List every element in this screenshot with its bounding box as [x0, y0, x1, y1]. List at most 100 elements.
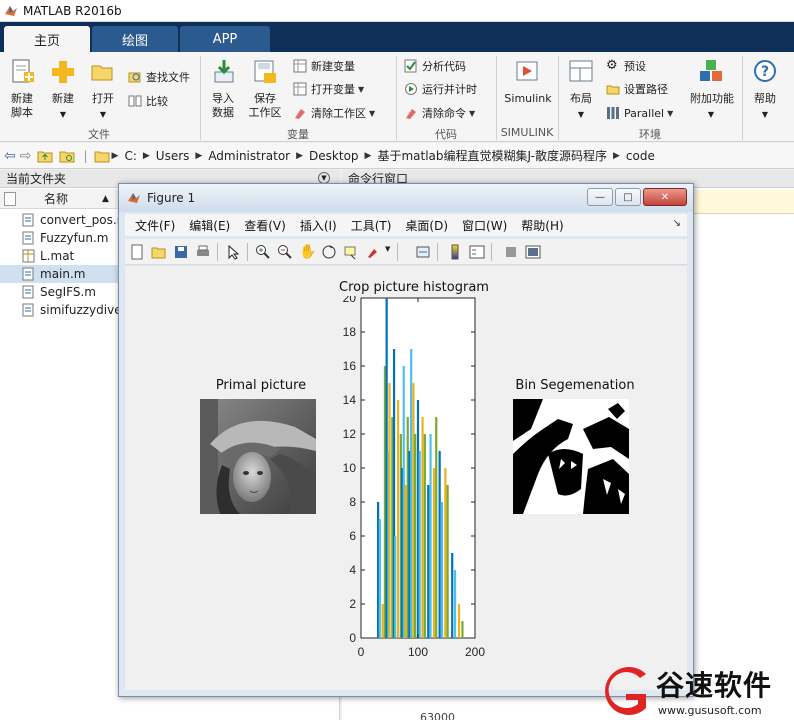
find-files-button[interactable]: 查找文件 — [128, 68, 190, 86]
addons-cubes-icon — [700, 60, 722, 81]
tab-apps[interactable]: APP — [180, 26, 270, 52]
brush-icon[interactable] — [365, 244, 381, 260]
figure-window: Figure 1 — □ ✕ 文件(F) 编辑(E) 查看(V) 插入(I) 工… — [118, 183, 694, 697]
preferences-button[interactable]: ⚙ 预设 — [606, 57, 646, 75]
clear-workspace-label: 清除工作区 — [311, 107, 366, 120]
open-dropdown-icon: ▼ — [99, 110, 107, 119]
run-and-time-button[interactable]: 运行并计时 — [404, 80, 477, 98]
address-segment-drive[interactable]: C: — [124, 149, 136, 163]
tab-plots[interactable]: 绘图 — [92, 26, 178, 52]
new-label: 新建 — [52, 92, 74, 105]
legend-icon[interactable] — [469, 244, 485, 260]
address-segment-project[interactable]: 基于matlab编程直觉模糊集J-散度源码程序 — [377, 147, 607, 164]
figure-menu-desktop[interactable]: 桌面(D) — [405, 217, 448, 234]
show-plot-tools-icon[interactable] — [525, 244, 541, 260]
zoom-out-icon[interactable] — [277, 244, 293, 260]
address-chevron-icon[interactable]: ▶ — [365, 151, 372, 161]
print-icon[interactable] — [195, 244, 211, 260]
file-column-checkbox-icon[interactable] — [4, 192, 16, 206]
figure-menu-view[interactable]: 查看(V) — [244, 217, 286, 234]
help-label: 帮助 — [754, 92, 776, 105]
address-segment-code[interactable]: code — [626, 149, 655, 163]
address-chevron-icon[interactable]: ▶ — [112, 151, 119, 161]
histogram-chart: 024681012141618200 100 200 — [343, 296, 486, 659]
y-tick-label: 2 — [349, 597, 356, 611]
set-path-button[interactable]: 设置路径 — [606, 80, 668, 98]
figure-menu-window[interactable]: 窗口(W) — [462, 217, 507, 234]
figure-canvas: Primal picture Crop picture histogram 0 2… — [125, 266, 687, 690]
open-file-icon[interactable] — [151, 244, 167, 260]
histogram-bar — [429, 434, 432, 638]
browse-folder-icon[interactable] — [59, 149, 75, 163]
address-segment-user[interactable]: Administrator — [208, 149, 290, 163]
import-data-icon — [214, 60, 234, 83]
save-icon[interactable] — [173, 244, 189, 260]
zoom-in-icon[interactable] — [255, 244, 271, 260]
figure-menu-edit[interactable]: 编辑(E) — [189, 217, 230, 234]
brush-dropdown-icon[interactable]: ▼ — [385, 245, 390, 253]
address-chevron-icon[interactable]: ▶ — [296, 151, 303, 161]
tab-home[interactable]: 主页 — [4, 26, 90, 52]
address-bar: ⇦ ⇨ | ▶ C: ▶ Users ▶ Administrator ▶ Des… — [0, 143, 794, 169]
menubar-dock-icon[interactable]: ↘ — [673, 218, 681, 229]
data-cursor-icon[interactable] — [343, 244, 359, 260]
watermark: 谷速软件 www.gususoft.com — [596, 662, 794, 720]
parallel-button[interactable]: Parallel ▼ — [606, 104, 673, 122]
current-folder-title: 当前文件夹 — [6, 172, 67, 186]
m-file-icon — [22, 285, 34, 299]
file-name: Fuzzyfun.m — [40, 231, 109, 245]
group-label-variable: 变量 — [287, 128, 309, 141]
forward-arrow-icon[interactable]: ⇨ — [20, 148, 32, 164]
pan-hand-icon[interactable]: ✋ — [299, 244, 316, 260]
name-column-header[interactable]: 名称 — [44, 189, 68, 209]
histogram-bar — [451, 553, 454, 638]
new-figure-icon[interactable] — [129, 244, 145, 260]
figure-menu-insert[interactable]: 插入(I) — [300, 217, 337, 234]
address-chevron-icon[interactable]: ▶ — [613, 151, 620, 161]
toolbar-separator — [491, 243, 492, 261]
colorbar-icon[interactable] — [447, 244, 463, 260]
m-file-icon — [22, 231, 34, 245]
back-arrow-icon[interactable]: ⇦ — [4, 148, 16, 164]
new-variable-button[interactable]: 新建变量 — [293, 57, 355, 75]
address-segment-desktop[interactable]: Desktop — [309, 149, 359, 163]
figure-menu-tools[interactable]: 工具(T) — [351, 217, 392, 234]
figure-menu-help[interactable]: 帮助(H) — [521, 217, 563, 234]
figure-menu-file[interactable]: 文件(F) — [135, 217, 175, 234]
analyze-code-icon — [404, 59, 417, 73]
new-variable-icon — [293, 59, 307, 73]
histogram-bar — [453, 570, 457, 638]
file-name: main.m — [40, 267, 86, 281]
histogram-bar — [418, 451, 421, 638]
histogram-bar — [410, 349, 413, 638]
clear-workspace-button[interactable]: 清除工作区 ▼ — [293, 104, 375, 122]
clear-commands-icon — [406, 109, 416, 119]
link-plot-icon[interactable] — [415, 244, 431, 260]
clear-commands-button[interactable]: 清除命令 ▼ — [404, 104, 475, 122]
rotate-3d-icon[interactable] — [321, 244, 337, 260]
figure-minimize-button[interactable]: — — [587, 188, 613, 206]
histogram-bar — [427, 485, 430, 638]
clear-commands-label: 清除命令 — [422, 107, 466, 120]
address-segment-users[interactable]: Users — [156, 149, 190, 163]
simulink-label: Simulink — [504, 92, 552, 105]
run-and-time-icon — [405, 83, 417, 95]
open-variable-button[interactable]: 打开变量 ▼ — [293, 80, 364, 98]
bin-segmentation-title: Bin Segemenation — [515, 378, 635, 393]
up-folder-icon[interactable] — [37, 149, 53, 163]
address-chevron-icon[interactable]: ▶ — [195, 151, 202, 161]
open-variable-icon — [293, 82, 307, 96]
figure-close-button[interactable]: ✕ — [643, 188, 687, 206]
address-chevron-icon[interactable]: ▶ — [143, 151, 150, 161]
histogram-bar — [444, 468, 447, 638]
hide-plot-tools-icon[interactable] — [503, 244, 519, 260]
help-dropdown-icon: ▼ — [761, 110, 769, 119]
pointer-icon[interactable] — [225, 244, 241, 260]
file-name: SegIFS.m — [40, 285, 96, 299]
y-tick-label: 16 — [343, 359, 357, 373]
clear-commands-dropdown-icon: ▼ — [469, 108, 476, 118]
compare-button[interactable]: 比较 — [128, 92, 168, 110]
watermark-text: 谷速软件 — [656, 669, 773, 702]
analyze-code-button[interactable]: 分析代码 — [404, 57, 466, 75]
figure-maximize-button[interactable]: □ — [615, 188, 641, 206]
